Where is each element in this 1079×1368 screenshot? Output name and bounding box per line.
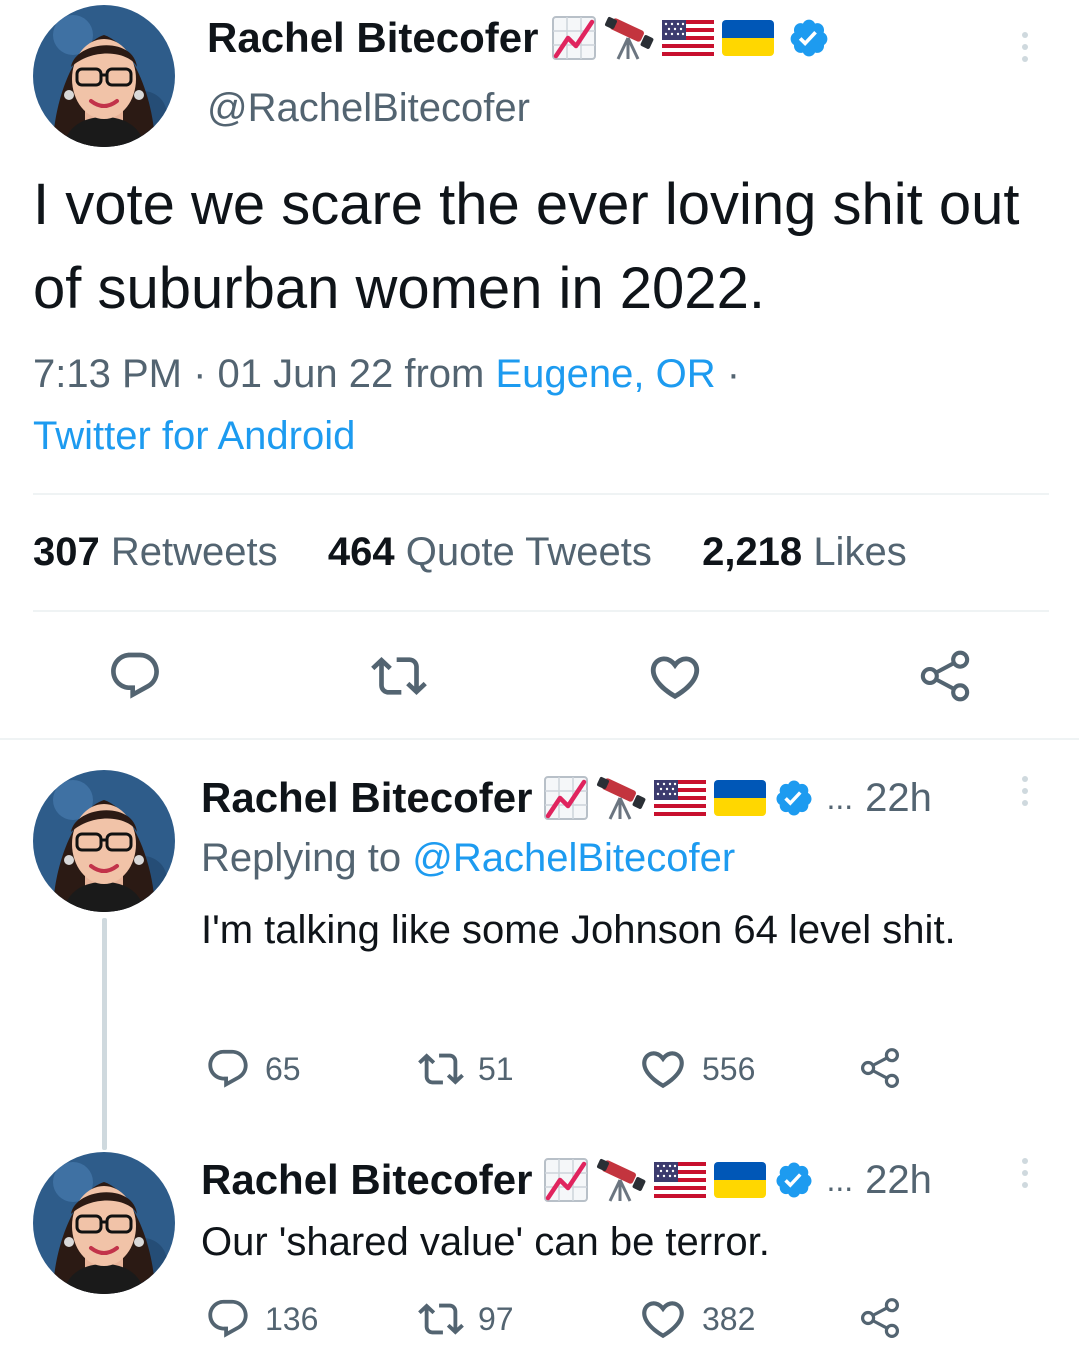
author-badges: [544, 776, 814, 820]
like-button[interactable]: 382: [638, 1294, 755, 1344]
reply-button[interactable]: 65: [205, 1046, 301, 1092]
verified-badge-icon: [788, 17, 830, 59]
chart-increasing-icon: [544, 776, 588, 820]
likes-label: Likes: [813, 530, 907, 574]
tweet-time: 7:13 PM: [33, 352, 182, 396]
retweet-icon: [418, 1296, 464, 1342]
more-options-icon[interactable]: [1022, 1158, 1028, 1188]
reply-header: Rachel Bitecofer ... 22h: [201, 774, 932, 822]
meta-separator: ·: [193, 352, 207, 396]
share-icon: [917, 648, 973, 704]
retweet-count: 51: [478, 1050, 514, 1087]
share-button[interactable]: [917, 648, 973, 704]
reply-button[interactable]: 136: [205, 1296, 318, 1342]
heart-icon: [638, 1294, 688, 1344]
verified-badge-icon: [774, 1160, 814, 1200]
like-count: 382: [702, 1300, 756, 1337]
retweet-button[interactable]: 97: [418, 1296, 514, 1342]
tweet-text: I vote we scare the ever loving shit out…: [33, 172, 1020, 321]
reply-time[interactable]: 22h: [865, 776, 932, 821]
ukraine-flag-icon: [714, 780, 766, 816]
like-button[interactable]: [646, 648, 704, 706]
author-row: Rachel Bitecofer: [207, 14, 830, 62]
like-count: 556: [702, 1050, 756, 1087]
us-flag-icon: [662, 20, 714, 56]
author-name[interactable]: Rachel Bitecofer: [207, 14, 538, 62]
telescope-icon: [604, 16, 654, 60]
retweet-count: 97: [478, 1300, 514, 1337]
tweet-stats: 307 Retweets 464 Quote Tweets 2,218 Like…: [33, 530, 907, 575]
author-name[interactable]: Rachel Bitecofer: [201, 1156, 532, 1204]
replying-to: Replying to @RachelBitecofer: [201, 836, 735, 881]
location-link[interactable]: Eugene, OR: [496, 352, 716, 396]
share-icon: [858, 1296, 902, 1340]
telescope-icon: [596, 1158, 646, 1202]
retweet-icon: [418, 1046, 464, 1092]
replying-handle-link[interactable]: @RachelBitecofer: [412, 836, 735, 880]
ukraine-flag-icon: [714, 1162, 766, 1198]
quotes-stat[interactable]: 464 Quote Tweets: [328, 530, 652, 574]
more-options-icon[interactable]: [1022, 32, 1028, 62]
heart-icon: [646, 648, 704, 706]
likes-stat[interactable]: 2,218 Likes: [702, 530, 907, 574]
reply-time[interactable]: 22h: [865, 1158, 932, 1203]
more-options-icon[interactable]: [1022, 776, 1028, 806]
meta-separator: ·: [726, 352, 741, 396]
author-badges: [552, 16, 830, 60]
divider: [33, 493, 1049, 495]
source-link[interactable]: Twitter for Android: [33, 414, 355, 458]
reply-count: 65: [265, 1050, 301, 1087]
chart-increasing-icon: [544, 1158, 588, 1202]
share-button[interactable]: [858, 1046, 902, 1090]
author-badges: [544, 1158, 814, 1202]
us-flag-icon: [654, 1162, 706, 1198]
retweets-stat[interactable]: 307 Retweets: [33, 530, 278, 574]
reply-text: I'm talking like some Johnson 64 level s…: [201, 908, 956, 952]
reply-count: 136: [265, 1300, 319, 1337]
ukraine-flag-icon: [722, 20, 774, 56]
retweet-button[interactable]: [371, 648, 427, 704]
us-flag-icon: [654, 780, 706, 816]
from-word: from: [404, 352, 485, 396]
reply-button[interactable]: [107, 648, 163, 704]
like-button[interactable]: 556: [638, 1044, 755, 1094]
section-divider: [0, 738, 1079, 740]
retweet-icon: [371, 648, 427, 704]
retweet-button[interactable]: 51: [418, 1046, 514, 1092]
handle-ellipsis: ...: [826, 1161, 854, 1198]
reply-header: Rachel Bitecofer ... 22h: [201, 1156, 932, 1204]
chart-increasing-icon: [552, 16, 596, 60]
tweet-date: 01 Jun 22: [217, 352, 394, 396]
likes-count: 2,218: [702, 530, 803, 574]
reply-icon: [205, 1296, 251, 1342]
reply-icon: [107, 648, 163, 704]
reply-text: Our 'shared value' can be terror.: [201, 1220, 770, 1264]
handle-ellipsis: ...: [826, 779, 854, 816]
share-icon: [858, 1046, 902, 1090]
verified-badge-icon: [774, 778, 814, 818]
replying-prefix: Replying to: [201, 836, 402, 880]
telescope-icon: [596, 776, 646, 820]
divider: [33, 610, 1049, 612]
quotes-count: 464: [327, 530, 395, 574]
reply-icon: [205, 1046, 251, 1092]
share-button[interactable]: [858, 1296, 902, 1340]
tweet-meta: 7:13 PM · 01 Jun 22 from Eugene, OR · Tw…: [33, 343, 1033, 467]
avatar[interactable]: [33, 5, 175, 147]
retweets-count: 307: [33, 530, 100, 574]
thread-line: [102, 918, 107, 1150]
quotes-label: Quote Tweets: [405, 530, 652, 574]
author-name[interactable]: Rachel Bitecofer: [201, 774, 532, 822]
heart-icon: [638, 1044, 688, 1094]
author-handle[interactable]: @RachelBitecofer: [207, 86, 530, 131]
avatar[interactable]: [33, 1152, 175, 1294]
avatar[interactable]: [33, 770, 175, 912]
retweets-label: Retweets: [110, 530, 278, 574]
